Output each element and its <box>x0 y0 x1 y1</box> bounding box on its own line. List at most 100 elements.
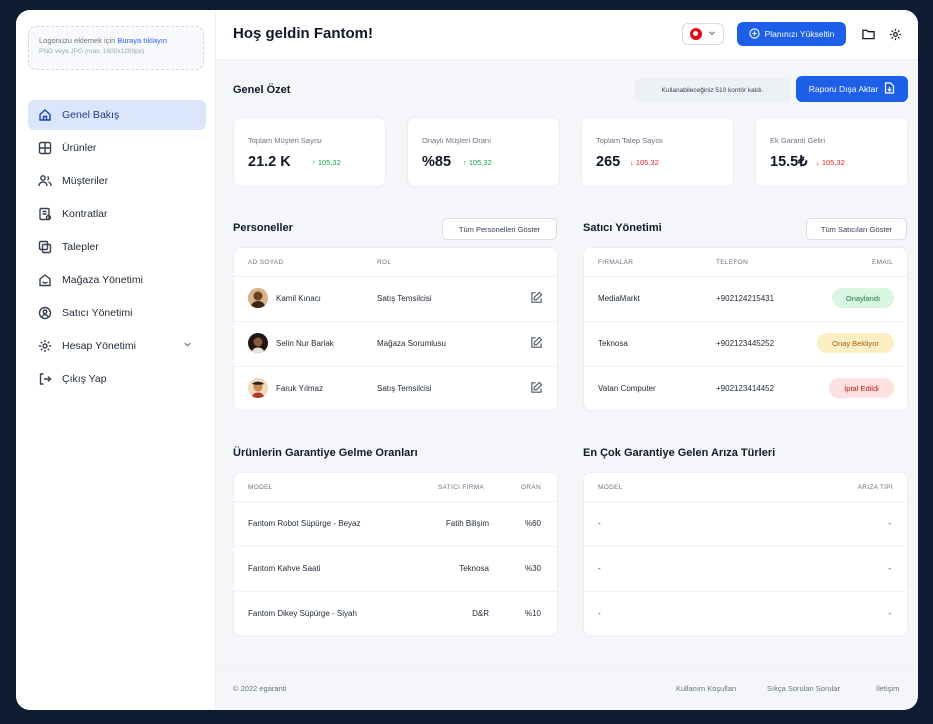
grid-icon <box>38 141 52 155</box>
seller-phone: +902124215431 <box>716 294 775 303</box>
column-header: AD SOYAD <box>248 259 284 266</box>
product-model: Fantom Robot Süpürge - Beyaz <box>248 519 361 528</box>
seller-icon <box>38 306 52 320</box>
edit-icon[interactable] <box>530 336 544 350</box>
seller-firm: Vatan Computer <box>598 384 656 393</box>
page-title: Hoş geldin Fantom! <box>233 25 373 42</box>
sidebar-item-label: Talepler <box>62 241 99 253</box>
logo-upload-area[interactable]: Logonuzu eklemek için Buraya tıklayın PN… <box>28 26 204 70</box>
export-report-button[interactable]: Raporu Dışa Aktar <box>796 76 908 102</box>
fault-type: - <box>888 564 891 573</box>
turkey-flag-icon <box>690 28 702 40</box>
personnel-title: Personeller <box>233 222 293 234</box>
personnel-name: Faruk Yılmaz <box>276 384 323 393</box>
footer-link-faq[interactable]: Sıkça Sorulan Sorular <box>767 684 840 693</box>
divider <box>584 591 907 592</box>
column-header: EMAIL <box>871 259 893 266</box>
seller-firm: Fatih Bilişim <box>445 519 489 528</box>
personnel-role: Satış Temsilcisi <box>377 384 432 393</box>
sidebar-item-hesap-yonetimi[interactable]: Hesap Yönetimi <box>28 331 206 361</box>
plus-circle-icon <box>748 27 760 41</box>
status-badge: İptal Edildi <box>829 378 894 398</box>
logo-upload-text: Logonuzu eklemek için <box>39 36 116 45</box>
stat-delta: ↑ 105,32 <box>463 158 492 167</box>
warranty-rates-table: MODEL SATICI FİRMA ORAN Fantom Robot Süp… <box>233 472 558 636</box>
warranty-rate: %10 <box>524 609 541 618</box>
fault-model: - <box>598 519 601 528</box>
language-selector[interactable] <box>682 23 724 45</box>
seller-firm: Teknosa <box>459 564 489 573</box>
column-header: ARIZA TİPİ <box>857 484 893 491</box>
credits-remaining: Kullanabileceğiniz 510 kontör kaldı. <box>635 78 790 102</box>
logo-upload-link[interactable]: Buraya tıklayın <box>117 36 167 45</box>
stat-label: Toplam Müşteri Sayısı <box>248 136 322 145</box>
fault-types-title: En Çok Garantiye Gelen Arıza Türleri <box>583 447 776 459</box>
chevron-down-icon[interactable] <box>183 340 192 352</box>
stat-value: 15.5₺ <box>770 154 808 170</box>
seller-firm: MediaMarkt <box>598 294 640 303</box>
gear-icon[interactable] <box>886 25 904 43</box>
seller-phone: +902123445252 <box>716 339 775 348</box>
divider <box>584 546 907 547</box>
overview-title: Genel Özet <box>233 84 291 96</box>
column-header: SATICI FİRMA <box>438 484 485 491</box>
personnel-role: Mağaza Sorumlusu <box>377 339 446 348</box>
stat-card-approved-rate: Onaylı Müşteri Oranı %85 ↑ 105,32 <box>407 117 560 187</box>
sidebar-item-urunler[interactable]: Ürünler <box>28 133 206 163</box>
stat-delta: ↓ 105,32 <box>630 158 659 167</box>
sidebar-item-label: Çıkış Yap <box>62 373 107 385</box>
stat-card-extra-warranty-income: Ek Garanti Geliri 15.5₺ ↓ 105,32 <box>755 117 908 187</box>
product-model: Fantom Dikey Süpürge - Siyah <box>248 609 357 618</box>
footer-link-contact[interactable]: İletişim <box>876 684 899 693</box>
sidebar-item-musteriler[interactable]: Müşteriler <box>28 166 206 196</box>
seller-firm: Teknosa <box>598 339 628 348</box>
sidebar-item-satici-yonetimi[interactable]: Satıcı Yönetimi <box>28 298 206 328</box>
store-icon <box>38 273 52 287</box>
divider <box>234 321 557 322</box>
divider <box>234 546 557 547</box>
divider <box>584 321 907 322</box>
edit-icon[interactable] <box>530 381 544 395</box>
show-all-sellers-button[interactable]: Tüm Satıcıları Göster <box>806 218 907 240</box>
sidebar: Logonuzu eklemek için Buraya tıklayın PN… <box>16 10 216 710</box>
sidebar-item-genel-bakis[interactable]: Genel Bakış <box>28 100 206 130</box>
sidebar-item-label: Satıcı Yönetimi <box>62 307 133 319</box>
home-icon <box>38 108 52 122</box>
divider <box>234 591 557 592</box>
sidebar-item-label: Müşteriler <box>62 175 109 187</box>
edit-icon[interactable] <box>530 291 544 305</box>
footer-link-terms[interactable]: Kullanım Koşulları <box>676 684 736 693</box>
divider <box>234 366 557 367</box>
logo-upload-hint: PNG veya JPG (max. 1600x1200px) <box>39 48 145 55</box>
divider <box>584 501 907 502</box>
export-report-label: Raporu Dışa Aktar <box>808 84 879 94</box>
column-header: FIRMALAR <box>598 259 634 266</box>
fault-model: - <box>598 609 601 618</box>
sidebar-item-talepler[interactable]: Talepler <box>28 232 206 262</box>
sidebar-item-cikis-yap[interactable]: Çıkış Yap <box>28 364 206 394</box>
sidebar-item-label: Mağaza Yönetimi <box>62 274 143 286</box>
sidebar-item-label: Kontratlar <box>62 208 108 220</box>
avatar <box>248 333 268 353</box>
sidebar-item-label: Ürünler <box>62 142 97 154</box>
seller-firm: D&R <box>472 609 489 618</box>
show-all-personnel-button[interactable]: Tüm Personelleri Göster <box>442 218 557 240</box>
stat-value: %85 <box>422 154 452 170</box>
warranty-rates-title: Ürünlerin Garantiye Gelme Oranları <box>233 447 418 459</box>
stat-card-total-customers: Toplam Müşteri Sayısı 21.2 K ↑ 105,32 <box>233 117 386 187</box>
folder-icon[interactable] <box>859 25 877 43</box>
stat-value: 265 <box>596 154 621 170</box>
sellers-table: FIRMALAR TELEFON EMAIL MediaMarkt +90212… <box>583 247 908 411</box>
column-header: MODEL <box>248 484 273 491</box>
fault-type: - <box>888 609 891 618</box>
upgrade-plan-label: Planınızı Yükseltin <box>764 29 835 39</box>
sidebar-item-magaza-yonetimi[interactable]: Mağaza Yönetimi <box>28 265 206 295</box>
column-header: ORAN <box>521 484 541 491</box>
settings-icon <box>38 339 52 353</box>
divider <box>234 501 557 502</box>
sidebar-item-kontratlar[interactable]: Kontratlar <box>28 199 206 229</box>
app-frame: Logonuzu eklemek için Buraya tıklayın PN… <box>16 10 918 710</box>
fault-type: - <box>888 519 891 528</box>
upgrade-plan-button[interactable]: Planınızı Yükseltin <box>737 22 846 46</box>
stat-delta: ↑ 105,32 <box>312 158 341 167</box>
